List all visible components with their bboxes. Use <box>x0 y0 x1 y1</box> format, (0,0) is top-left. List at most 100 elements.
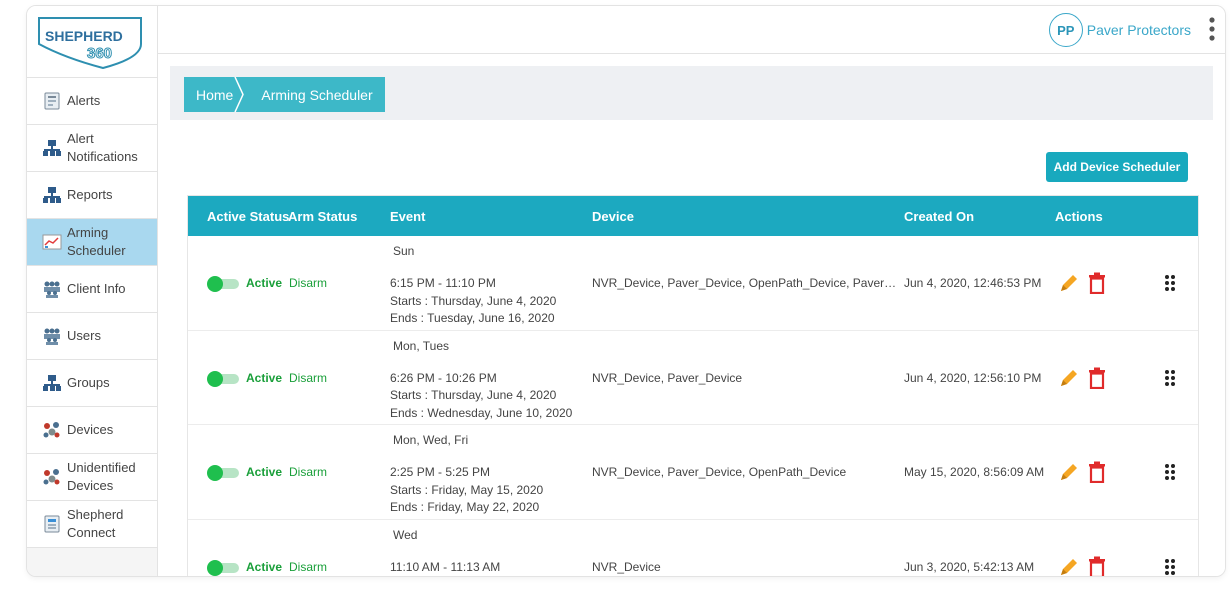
active-status-label: Active <box>246 465 283 479</box>
shepherd-logo-icon: SHEPHERD 360 <box>38 17 142 70</box>
kebab-menu-icon[interactable] <box>1209 16 1215 42</box>
drag-handle-icon[interactable] <box>1164 274 1176 292</box>
sidebar-item-devices[interactable]: Devices <box>27 407 157 454</box>
sidebar-item-label: Users <box>67 328 101 343</box>
svg-text:360: 360 <box>87 45 112 62</box>
event-ends: Ends : Friday, May 22, 2020 <box>390 500 540 514</box>
org-name: Paver Protectors <box>1086 22 1191 38</box>
sidebar-item-label: Alerts <box>67 93 101 108</box>
org-switcher[interactable]: PP Paver Protectors <box>1048 13 1191 47</box>
arm-status-label[interactable]: Disarm <box>289 465 327 479</box>
drag-handle-icon[interactable] <box>1164 463 1176 481</box>
chart-icon <box>42 234 62 250</box>
toggle-knob <box>207 276 223 292</box>
device-list: NVR_Device, Paver_Device, OpenPath_Devic… <box>592 465 847 479</box>
drag-handle-icon[interactable] <box>1164 558 1176 576</box>
sidebar: SHEPHERD 360 Alerts Alert Notifications Re… <box>27 6 158 576</box>
arm-status-label[interactable]: Disarm <box>289 371 327 385</box>
sidebar-item-label: Shepherd Connect <box>67 507 124 540</box>
active-status-toggle[interactable] <box>207 276 239 292</box>
sidebar-item-shepherd-connect[interactable]: Shepherd Connect <box>27 501 157 548</box>
arm-status-label[interactable]: Disarm <box>289 560 327 574</box>
drag-handle-icon[interactable] <box>1164 369 1176 387</box>
main-content: Home Arming Scheduler Add Device Schedul… <box>158 54 1225 576</box>
delete-trash-icon[interactable] <box>1088 367 1106 389</box>
toggle-knob <box>207 465 223 481</box>
event-ends: Ends : Tuesday, June 16, 2020 <box>390 311 555 325</box>
table-header: Active Status Arm Status Event Device Cr… <box>188 196 1198 236</box>
col-device[interactable]: Device <box>592 209 634 224</box>
alerts-icon <box>44 92 60 110</box>
network-icon <box>43 140 61 156</box>
sidebar-item-groups[interactable]: Groups <box>27 360 157 407</box>
event-starts: Starts : Friday, May 15, 2020 <box>390 482 544 497</box>
edit-pencil-icon[interactable] <box>1058 556 1080 578</box>
event-schedule: 11:10 AM - 11:13 AM Starts : Wednesday, J… <box>390 559 570 577</box>
delete-trash-icon[interactable] <box>1088 272 1106 294</box>
sidebar-item-users[interactable]: Users <box>27 313 157 360</box>
active-status-toggle[interactable] <box>207 465 239 481</box>
event-starts: Starts : Wednesday, June 3, 2020 <box>390 576 570 577</box>
app-window: SHEPHERD 360 Alerts Alert Notifications Re… <box>26 5 1226 577</box>
col-event[interactable]: Event <box>390 209 425 224</box>
event-schedule: 6:15 PM - 11:10 PM Starts : Thursday, Jun… <box>390 275 556 328</box>
table-row: Active Disarm Wed 11:10 AM - 11:13 AM Starts… <box>188 520 1198 578</box>
scheduler-table: Active Status Arm Status Event Device Cr… <box>187 195 1199 578</box>
sidebar-item-client-info[interactable]: Client Info <box>27 266 157 313</box>
event-time-range: 6:26 PM - 10:26 PM <box>390 370 497 385</box>
breadcrumb-home-label: Home <box>196 86 234 103</box>
event-time-range: 11:10 AM - 11:13 AM <box>390 559 501 574</box>
sidebar-item-label: Alert Notifications <box>67 131 138 164</box>
col-active-status[interactable]: Active Status <box>207 209 289 224</box>
devices-icon <box>43 469 60 485</box>
network-icon <box>43 187 61 203</box>
breadcrumb-current: Arming Scheduler <box>241 77 385 112</box>
table-row: Active Disarm Mon, Wed, Fri 2:25 PM - 5:25 … <box>188 425 1198 520</box>
col-created-on[interactable]: Created On <box>904 209 974 224</box>
col-arm-status[interactable]: Arm Status <box>288 209 357 224</box>
connect-icon <box>44 515 60 533</box>
sidebar-item-label: Client Info <box>67 281 126 296</box>
chevron-right-icon <box>234 77 245 112</box>
event-time-range: 2:25 PM - 5:25 PM <box>390 465 491 479</box>
active-status-toggle[interactable] <box>207 559 239 576</box>
event-days: Mon, Tues <box>393 338 450 353</box>
edit-pencil-icon[interactable] <box>1058 461 1080 483</box>
breadcrumb: Home Arming Scheduler <box>184 77 385 112</box>
active-status-label: Active <box>246 276 283 290</box>
created-on: Jun 4, 2020, 12:56:10 PM <box>904 370 1042 385</box>
col-actions: Actions <box>1055 209 1103 224</box>
toggle-knob <box>207 559 223 576</box>
add-device-scheduler-button[interactable]: Add Device Scheduler <box>1046 152 1188 182</box>
org-avatar: PP <box>1048 13 1083 47</box>
sidebar-item-arming-scheduler[interactable]: Arming Scheduler <box>27 219 157 266</box>
sidebar-item-alert-notifications[interactable]: Alert Notifications <box>27 125 157 172</box>
event-schedule: 6:26 PM - 10:26 PM Starts : Thursday, Jun… <box>390 370 572 423</box>
event-days: Wed <box>393 527 418 542</box>
arm-status-label[interactable]: Disarm <box>289 276 327 290</box>
delete-trash-icon[interactable] <box>1088 461 1106 483</box>
sidebar-item-alerts[interactable]: Alerts <box>27 78 157 125</box>
sidebar-item-label: Arming Scheduler <box>67 225 126 258</box>
table-row: Active Disarm Mon, Tues 6:26 PM - 10:26 PM S… <box>188 331 1198 425</box>
people-group-icon <box>44 328 60 345</box>
edit-pencil-icon[interactable] <box>1058 367 1080 389</box>
sidebar-item-label: Groups <box>67 375 110 390</box>
devices-icon <box>43 422 60 438</box>
toggle-knob <box>207 370 223 387</box>
top-bar: PP Paver Protectors <box>158 6 1225 54</box>
active-status-toggle[interactable] <box>207 370 239 387</box>
created-on: Jun 3, 2020, 5:42:13 AM <box>904 559 1035 574</box>
brand-logo[interactable]: SHEPHERD 360 <box>27 6 157 78</box>
event-days: Mon, Wed, Fri <box>393 433 469 447</box>
svg-text:SHEPHERD: SHEPHERD <box>45 28 123 44</box>
edit-pencil-icon[interactable] <box>1058 272 1080 294</box>
delete-trash-icon[interactable] <box>1088 556 1106 578</box>
event-starts: Starts : Thursday, June 4, 2020 <box>390 388 557 402</box>
device-list: NVR_Device <box>592 559 661 574</box>
sidebar-item-unidentified-devices[interactable]: Unidentified Devices <box>27 454 157 501</box>
event-starts: Starts : Thursday, June 4, 2020 <box>390 293 557 308</box>
breadcrumb-home[interactable]: Home <box>184 77 245 112</box>
people-group-icon <box>44 281 60 298</box>
sidebar-item-reports[interactable]: Reports <box>27 172 157 219</box>
